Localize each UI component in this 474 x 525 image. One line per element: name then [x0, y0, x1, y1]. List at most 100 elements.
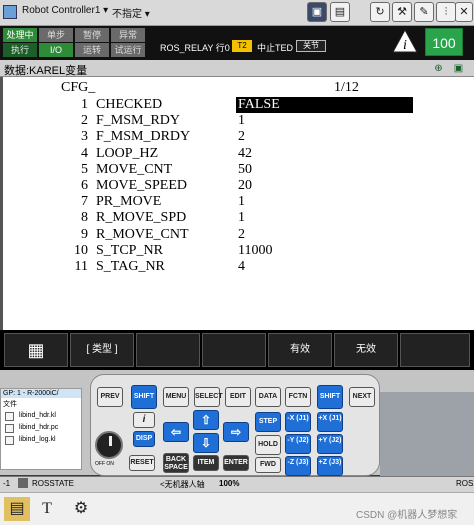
variable-row[interactable]: 7 PR_MOVE 1: [3, 194, 473, 210]
softkey-next[interactable]: [400, 333, 470, 367]
row-number: 4: [81, 145, 88, 161]
jog-key[interactable]: +Y (J2): [317, 434, 343, 454]
info-key[interactable]: i: [133, 412, 155, 428]
softkey-4[interactable]: [202, 333, 266, 367]
backspace-key[interactable]: BACK SPACE: [163, 453, 189, 473]
t2-badge: T2: [232, 40, 252, 52]
variable-row[interactable]: 9 R_MOVE_CNT 2: [3, 227, 473, 243]
hold-key[interactable]: HOLD: [255, 435, 281, 455]
variable-name: CFG_: [61, 80, 96, 95]
file-item[interactable]: libind_hdr.pc: [1, 422, 81, 434]
enter-key[interactable]: ENTER: [223, 455, 249, 471]
mode-selector[interactable]: 不指定 ▾: [112, 5, 150, 20]
chart-icon[interactable]: ⫶: [436, 2, 456, 22]
field-value[interactable]: 4: [236, 259, 413, 275]
shift-key-left[interactable]: SHIFT: [131, 385, 157, 409]
menu-key[interactable]: MENU: [163, 387, 189, 407]
variable-row[interactable]: 5 MOVE_CNT 50: [3, 162, 473, 178]
maximize-icon[interactable]: ▣: [452, 62, 465, 75]
fwd-key[interactable]: FWD: [255, 457, 281, 473]
shift-key-right[interactable]: SHIFT: [317, 385, 343, 409]
controller-title[interactable]: Robot Controller1 ▾: [22, 5, 108, 16]
close-icon[interactable]: ✕: [455, 2, 473, 22]
jog-key[interactable]: -X (J1): [285, 412, 311, 432]
jog-key[interactable]: -Z (J3): [285, 456, 311, 476]
row-number: 1: [81, 97, 88, 112]
step-key[interactable]: STEP: [255, 412, 281, 432]
type-softkey[interactable]: [ 类型 ]: [70, 333, 134, 367]
valid-softkey[interactable]: 有效: [268, 333, 332, 367]
field-value[interactable]: 2: [236, 227, 413, 243]
field-value[interactable]: 42: [236, 146, 413, 162]
field-value[interactable]: 1: [236, 194, 413, 210]
status-indicator: 执行: [3, 43, 37, 57]
field-value[interactable]: 11000: [236, 243, 413, 259]
disp-key[interactable]: DISP: [133, 431, 155, 447]
robot-icon[interactable]: ▣: [307, 2, 327, 22]
field-value[interactable]: 20: [236, 178, 413, 194]
left-arrow-key[interactable]: ⇦: [163, 422, 189, 442]
pen-icon[interactable]: ✎: [414, 2, 434, 22]
program-line: ROS_RELAY 行0: [160, 43, 230, 53]
field-name: F_MSM_RDY: [96, 113, 181, 129]
status-indicator: 异常: [111, 28, 145, 42]
select-key[interactable]: SELECT: [194, 387, 223, 407]
field-value[interactable]: 2: [236, 129, 413, 145]
tools-icon[interactable]: ⚒: [392, 2, 412, 22]
folder-icon[interactable]: ▤: [4, 497, 30, 521]
variable-row[interactable]: 1 CHECKED FALSE: [3, 97, 473, 113]
jog-key[interactable]: +X (J1): [317, 412, 343, 432]
side-background: [380, 392, 474, 476]
down-arrow-key[interactable]: ⇩: [193, 433, 219, 453]
menu-grid-icon[interactable]: ▦: [4, 333, 68, 367]
enable-switch-icon[interactable]: [95, 431, 123, 459]
file-item[interactable]: libind_hdr.kl: [1, 410, 81, 422]
alarm-info-icon[interactable]: i: [392, 28, 418, 54]
softkey-3[interactable]: [136, 333, 200, 367]
jog-key[interactable]: +Z (J3): [317, 456, 343, 476]
file-icon: [5, 424, 14, 433]
up-arrow-key[interactable]: ⇧: [193, 410, 219, 430]
file-name: libind_hdr.kl: [19, 412, 56, 419]
field-value[interactable]: 50: [236, 162, 413, 178]
file-name: libind_log.kl: [19, 436, 56, 443]
item-key[interactable]: ITEM: [193, 455, 219, 471]
variable-row[interactable]: 10 S_TCP_NR 11000: [3, 243, 473, 259]
edit-key[interactable]: EDIT: [225, 387, 251, 407]
split-view-icon[interactable]: ▤: [330, 2, 350, 22]
text-icon[interactable]: T: [34, 497, 60, 521]
jog-key[interactable]: -Y (J2): [285, 434, 311, 454]
zoom-icon[interactable]: ⊕: [432, 62, 445, 75]
refresh-icon[interactable]: ↻: [370, 2, 390, 22]
bottom-left-text: -1: [3, 479, 11, 488]
bottom-right-text: ROS2: [456, 479, 474, 488]
variable-row[interactable]: 4 LOOP_HZ 42: [3, 146, 473, 162]
field-value[interactable]: 1: [236, 113, 413, 129]
variable-row[interactable]: 3 F_MSM_DRDY 2: [3, 129, 473, 145]
fctn-key[interactable]: FCTN: [285, 387, 311, 407]
next-key[interactable]: NEXT: [349, 387, 375, 407]
file-item[interactable]: libind_log.kl: [1, 434, 81, 446]
status-indicator: 试运行: [111, 43, 145, 57]
file-icon: [5, 412, 14, 421]
override-percent[interactable]: 100: [425, 28, 463, 56]
bottom-status-strip: -1 ROSSTATE <无机器人轴 100% ROS2: [0, 476, 474, 492]
variable-row[interactable]: 2 F_MSM_RDY 1: [3, 113, 473, 129]
row-number: 11: [74, 259, 88, 274]
data-header: 数据:KAREL变量 ⊕ ▣: [0, 60, 474, 77]
settings-gear-icon[interactable]: ⚙: [68, 497, 94, 521]
data-key[interactable]: DATA: [255, 387, 281, 407]
variable-row[interactable]: 6 MOVE_SPEED 20: [3, 178, 473, 194]
prev-key[interactable]: PREV: [97, 387, 123, 407]
field-value[interactable]: 1: [236, 210, 413, 226]
zoom-level: 100%: [219, 479, 240, 488]
reset-key[interactable]: RESET: [129, 455, 155, 471]
status-indicator: 单步: [39, 28, 73, 42]
right-arrow-key[interactable]: ⇨: [223, 422, 249, 442]
variable-row[interactable]: 8 R_MOVE_SPD 1: [3, 210, 473, 226]
field-value[interactable]: FALSE: [236, 97, 413, 113]
variable-row[interactable]: 11 S_TAG_NR 4: [3, 259, 473, 275]
file-panel-header: GP: 1 - R-2000iC/: [1, 389, 81, 398]
invalid-softkey[interactable]: 无效: [334, 333, 398, 367]
status-indicator: I/O: [39, 43, 73, 57]
